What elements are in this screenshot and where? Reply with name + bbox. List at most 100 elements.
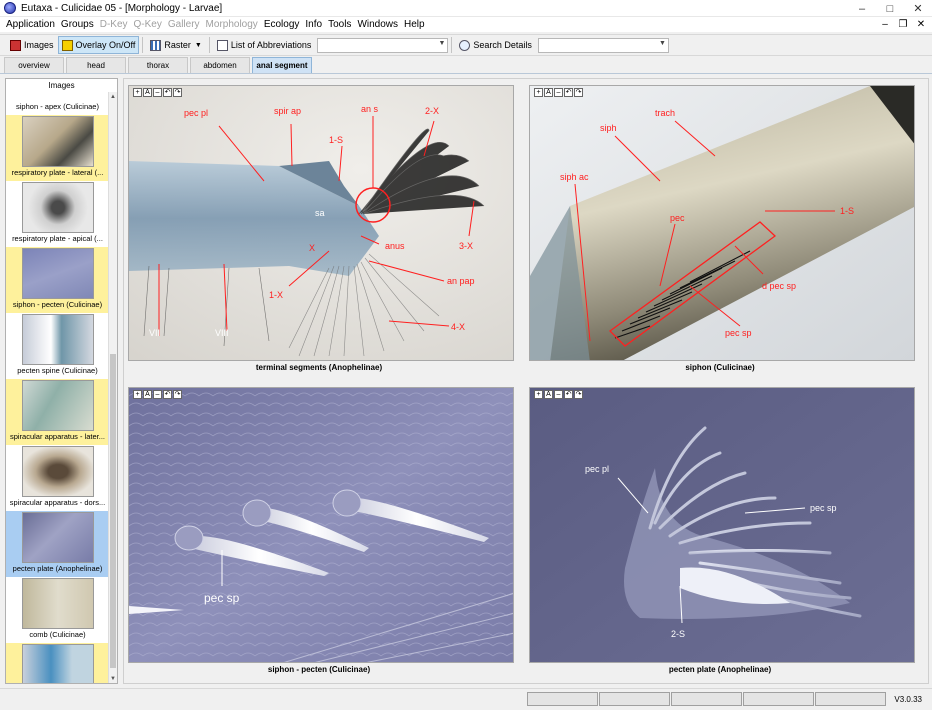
thumbnail-image [21,578,94,629]
zoom-in-button[interactable]: + [534,390,543,399]
label-1-x: 1-X [269,290,283,300]
tab-head[interactable]: head [66,57,126,73]
zoom-toolbar: + A – ↶ ↷ [133,390,183,399]
mdi-restore-button[interactable]: ❐ [894,17,912,32]
image-caption: terminal segments (Anophelinae) [255,363,383,372]
label-2-s: 2-S [671,629,685,639]
list-item[interactable]: pecten plate (Anophelinae) [6,511,109,577]
status-bar: V3.0.33 [0,688,932,710]
tab-abdomen[interactable]: abdomen [190,57,250,73]
list-item[interactable]: pecten spine (Culicinae) [6,313,109,379]
zoom-in-button[interactable]: + [534,88,543,97]
list-item[interactable]: comb (Culicinae) [6,577,109,643]
scroll-up-icon[interactable]: ▲ [109,92,117,101]
zoom-fit-button[interactable]: A [143,390,152,399]
sidebar-caption: spiracular apparatus - later... [9,432,106,441]
rotate-right-button[interactable]: ↷ [173,390,182,399]
scrollbar-thumb[interactable] [110,354,116,668]
toolbar: Images Overlay On/Off Raster ▼ List of A… [0,34,932,56]
list-item[interactable]: spiracular apparatus - later... [6,379,109,445]
search-details-select[interactable]: ▼ [537,37,669,53]
maximize-button[interactable]: □ [876,0,904,17]
image-panel-siphon: + A – ↶ ↷ siph trach siph ac pec 1-S d p… [525,79,915,375]
rotate-left-button[interactable]: ↶ [564,88,573,97]
minimize-button[interactable]: – [848,0,876,17]
menu-groups[interactable]: Groups [58,19,97,30]
list-item[interactable]: spiracular apparatus - dors... [6,445,109,511]
tab-thorax[interactable]: thorax [128,57,188,73]
label-sa: sa [315,208,325,218]
list-item[interactable]: siphon - pecten (Culicinae) [6,247,109,313]
images-button[interactable]: Images [6,36,58,54]
tab-anal-segment[interactable]: anal segment [252,57,312,73]
rotate-right-button[interactable]: ↷ [574,390,583,399]
menu-d-key: D-Key [99,19,128,30]
zoom-toolbar: + A – ↶ ↷ [534,390,584,399]
images-label: Images [24,40,54,50]
label-siph: siph [600,123,617,133]
menu-info[interactable]: Info [302,19,325,30]
chevron-down-icon: ▼ [438,39,446,47]
mdi-close-button[interactable]: ✕ [912,17,930,32]
thumbnail-image [21,512,94,563]
sidebar-scrollbar[interactable]: ▲ ▼ [108,92,117,683]
search-details-button[interactable]: Search Details [455,36,536,54]
image-viewport[interactable]: + A – ↶ ↷ [529,85,915,361]
label-anus: anus [385,241,405,251]
thumbnail-image [21,380,94,431]
raster-dropdown-icon[interactable]: ▼ [195,42,202,49]
raster-button[interactable]: Raster ▼ [146,36,205,54]
image-viewport[interactable]: + A – ↶ ↷ [128,85,514,361]
menu-tools[interactable]: Tools [325,19,354,30]
menu-help[interactable]: Help [401,19,428,30]
image-grid: + A – ↶ ↷ pec pl spir ap an s 2-X 1-S sa… [123,78,929,684]
rotate-left-button[interactable]: ↶ [163,88,172,97]
abbreviations-select[interactable]: ▼ [317,37,449,53]
list-item[interactable] [6,643,109,683]
toolbar-divider [208,37,210,53]
rotate-right-button[interactable]: ↷ [173,88,182,97]
zoom-out-button[interactable]: – [153,390,162,399]
abbreviations-label: List of Abbreviations [230,40,312,50]
siphon-pecten-image: pec sp [129,388,513,662]
label-1-s: 1-S [840,206,854,216]
title-bar: Eutaxa - Culicidae 05 - [Morphology - La… [0,0,932,17]
mdi-minimize-button[interactable]: – [876,17,894,32]
rotate-left-button[interactable]: ↶ [163,390,172,399]
menu-q-key: Q-Key [133,19,162,30]
rotate-left-button[interactable]: ↶ [564,390,573,399]
list-item[interactable]: respiratory plate - apical (... [6,181,109,247]
abbreviations-button[interactable]: List of Abbreviations [213,36,316,54]
search-details-label: Search Details [473,40,532,50]
menu-morphology: Morphology [205,19,258,30]
zoom-fit-button[interactable]: A [143,88,152,97]
image-panel-siphon-pecten: + A – ↶ ↷ pec sp siphon - pecten (Culici… [124,381,514,677]
list-item[interactable]: respiratory plate - lateral (... [6,115,109,181]
zoom-fit-button[interactable]: A [544,390,553,399]
tab-overview[interactable]: overview [4,57,64,73]
zoom-in-button[interactable]: + [133,88,142,97]
menu-ecology[interactable]: Ecology [261,19,303,30]
label-pec-sp: pec sp [725,328,752,338]
list-item[interactable]: siphon - apex (Culicinae) [6,79,109,114]
section-tabs: overview head thorax abdomen anal segmen… [0,57,932,74]
zoom-in-button[interactable]: + [133,390,142,399]
label-pec-pl: pec pl [585,464,609,474]
label-vii: VII [149,328,160,338]
image-panel-pecten-plate: + A – ↶ ↷ pec pl pec sp 2-S pecten plate… [525,381,915,677]
zoom-out-button[interactable]: – [153,88,162,97]
thumbnail-image [21,644,94,683]
rotate-right-button[interactable]: ↷ [574,88,583,97]
zoom-out-button[interactable]: – [554,88,563,97]
zoom-fit-button[interactable]: A [544,88,553,97]
label-viii: VIII [215,328,229,338]
close-button[interactable]: ✕ [904,0,932,17]
image-viewport[interactable]: + A – ↶ ↷ [128,387,514,663]
zoom-out-button[interactable]: – [554,390,563,399]
menu-gallery: Gallery [167,19,200,30]
scroll-down-icon[interactable]: ▼ [109,674,117,683]
menu-windows[interactable]: Windows [354,19,401,30]
overlay-toggle-button[interactable]: Overlay On/Off [57,36,140,54]
image-viewport[interactable]: + A – ↶ ↷ [529,387,915,663]
menu-application[interactable]: Application [3,19,58,30]
